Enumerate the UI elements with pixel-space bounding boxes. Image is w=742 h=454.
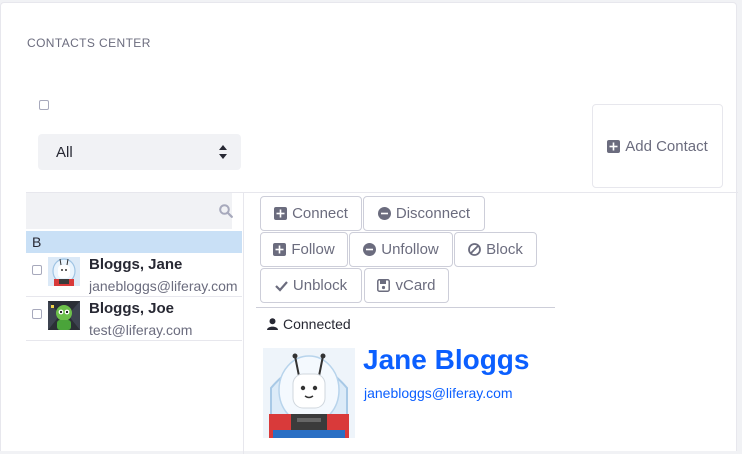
follow-button[interactable]: Follow (260, 232, 348, 267)
disconnect-label: Disconnect (395, 205, 471, 222)
profile-email-link[interactable]: janebloggs@liferay.com (364, 385, 513, 401)
unfollow-button[interactable]: Unfollow (349, 232, 453, 267)
block-button[interactable]: Block (454, 232, 537, 267)
check-icon (275, 281, 288, 292)
contact-list-item[interactable]: Bloggs, Jane janebloggs@liferay.com (26, 253, 242, 297)
contact-email: test@liferay.com (89, 322, 193, 338)
select-all-checkbox[interactable] (39, 100, 49, 110)
column-divider (243, 192, 244, 454)
contact-filter-select[interactable]: All (38, 134, 241, 170)
contact-checkbox[interactable] (32, 265, 42, 275)
search-icon (219, 204, 233, 218)
contact-list-item[interactable]: Bloggs, Joe test@liferay.com (26, 297, 242, 341)
save-disk-icon (377, 279, 391, 292)
profile-name: Jane Bloggs (363, 344, 530, 375)
plus-square-icon (607, 139, 621, 153)
vcard-label: vCard (395, 277, 436, 294)
add-contact-button[interactable]: Add Contact (592, 104, 723, 188)
minus-circle-icon (377, 207, 391, 220)
portlet-title: CONTACTS CENTER (27, 36, 151, 50)
follow-label: Follow (291, 241, 335, 258)
connect-label: Connect (292, 205, 348, 222)
select-arrows-icon (219, 145, 227, 159)
block-label: Block (486, 241, 523, 258)
alien-avatar (48, 301, 80, 330)
astronaut-avatar (48, 257, 80, 286)
group-letter-header: B (26, 231, 242, 253)
unblock-label: Unblock (292, 277, 348, 294)
contact-name: Bloggs, Jane (89, 256, 183, 273)
connection-status-label: Connected (283, 316, 351, 332)
contact-name: Bloggs, Joe (89, 300, 175, 317)
plus-square-icon (273, 243, 287, 256)
unfollow-label: Unfollow (381, 241, 439, 258)
actions-divider (256, 307, 555, 308)
profile-avatar (263, 348, 355, 438)
filter-selected-value: All (56, 144, 73, 161)
contact-email: janebloggs@liferay.com (89, 278, 238, 294)
user-icon (267, 318, 278, 330)
vcard-button[interactable]: vCard (364, 268, 449, 303)
plus-square-icon (274, 207, 288, 220)
unblock-button[interactable]: Unblock (260, 268, 362, 303)
disconnect-button[interactable]: Disconnect (363, 196, 485, 231)
contacts-center-portlet: CONTACTS CENTER All Add Contact B Bloggs… (0, 2, 738, 454)
contact-checkbox[interactable] (32, 309, 42, 319)
add-contact-label: Add Contact (625, 137, 708, 155)
connect-button[interactable]: Connect (260, 196, 362, 231)
connection-status: Connected (267, 316, 351, 332)
contact-search-input[interactable] (26, 193, 233, 229)
minus-circle-icon (363, 243, 377, 256)
ban-icon (468, 243, 482, 256)
